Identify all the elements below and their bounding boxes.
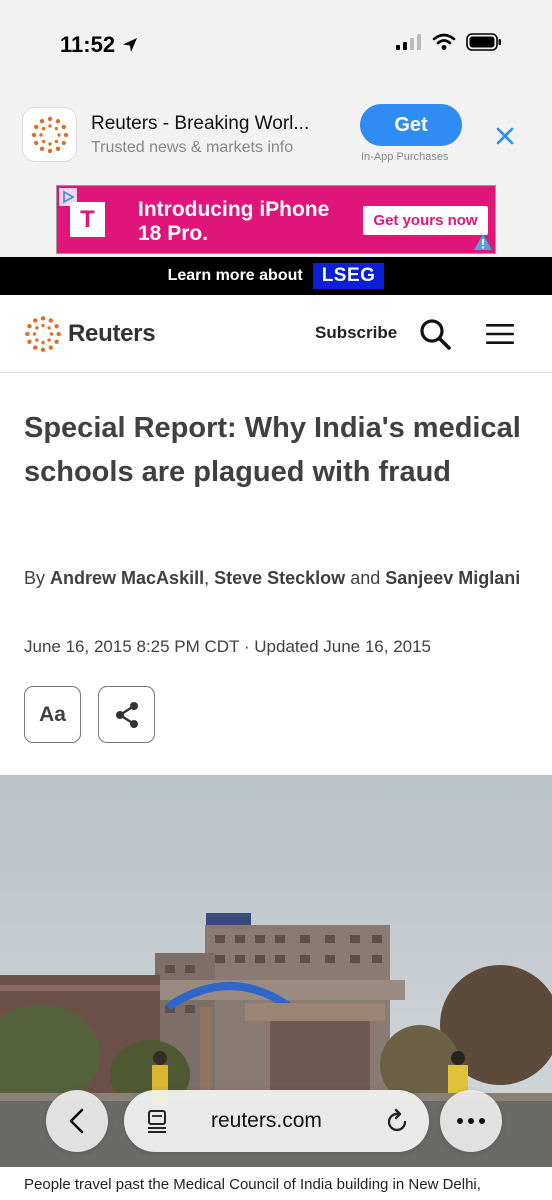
page-menu-icon[interactable] (146, 1109, 168, 1133)
close-icon (496, 127, 514, 145)
chevron-left-icon (69, 1108, 84, 1134)
url-text: reuters.com (211, 1109, 322, 1132)
status-time: 11:52 (60, 32, 139, 58)
share-icon (115, 701, 138, 728)
article-dateline: June 16, 2015 8:25 PM CDT · Updated June… (24, 637, 432, 656)
in-app-purchases-label: In-App Purchases (361, 151, 449, 163)
ad-cta-button[interactable]: Get yours now (363, 206, 488, 235)
status-time-text: 11:52 (60, 32, 116, 57)
author-link[interactable]: Andrew MacAskill (50, 568, 204, 588)
search-icon[interactable] (418, 317, 452, 351)
reuters-wordmark: Reuters (68, 320, 156, 347)
hamburger-menu-icon[interactable] (485, 321, 515, 347)
text-size-button[interactable]: Aa (24, 686, 81, 743)
photo-caption: People travel past the Medical Council o… (24, 1176, 481, 1193)
status-bar: 11:52 (0, 0, 552, 90)
location-arrow-icon (123, 38, 138, 52)
ad-banner[interactable]: T Introducing iPhone 18 Pro. Get yours n… (56, 185, 496, 254)
more-options-button[interactable] (440, 1090, 502, 1152)
app-title: Reuters - Breaking Worl... (91, 113, 310, 134)
lseg-promo-bar[interactable]: Learn more about LSEG (0, 257, 552, 295)
signal-icon (396, 34, 421, 50)
byline-separator: , (204, 568, 210, 588)
lseg-promo-text: Learn more about (167, 267, 303, 284)
share-button[interactable] (98, 686, 155, 743)
article-headline: Special Report: Why India's medical scho… (24, 412, 521, 488)
reload-icon[interactable] (386, 1108, 410, 1134)
lseg-logo: LSEG (312, 263, 385, 289)
wifi-icon (432, 33, 456, 50)
subscribe-link[interactable]: Subscribe (315, 323, 397, 343)
back-button[interactable] (46, 1090, 108, 1152)
app-banner: Reuters - Breaking Worl... Trusted news … (0, 90, 552, 185)
ad-area: T Introducing iPhone 18 Pro. Get yours n… (0, 185, 552, 257)
article-byline: By Andrew MacAskill, Steve Stecklow and … (24, 563, 524, 593)
warning-icon (474, 234, 492, 250)
battery-icon (466, 33, 501, 51)
reuters-logo-icon (25, 316, 61, 352)
site-header: Reuters Subscribe (0, 295, 552, 373)
address-bar[interactable]: reuters.com (124, 1090, 429, 1152)
status-icons (396, 33, 502, 51)
t-mobile-logo: T (70, 202, 105, 237)
reuters-app-icon[interactable] (22, 107, 77, 162)
ad-headline: Introducing iPhone 18 Pro. (138, 198, 330, 245)
get-app-button[interactable]: Get (360, 104, 462, 146)
byline-and: and (350, 568, 381, 588)
ellipsis-icon (457, 1118, 485, 1124)
close-banner-button[interactable] (489, 120, 521, 152)
reuters-logo-icon (31, 116, 68, 153)
author-link[interactable]: Sanjeev Miglani (385, 568, 520, 588)
reuters-brand-link[interactable]: Reuters (24, 315, 156, 353)
byline-prefix: By (24, 568, 46, 588)
author-link[interactable]: Steve Stecklow (214, 568, 345, 588)
app-subtitle: Trusted news & markets info (91, 139, 294, 156)
